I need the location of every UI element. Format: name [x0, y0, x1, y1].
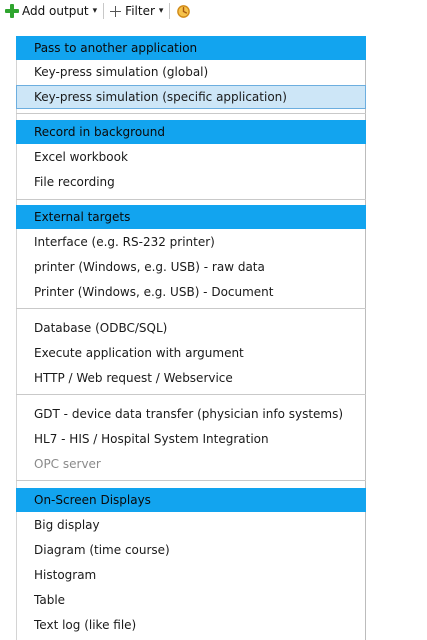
menu-item: OPC server — [34, 457, 101, 471]
menu-item[interactable]: HTTP / Web request / Webservice — [16, 366, 366, 390]
menu-group-header: Pass to another application — [16, 36, 366, 60]
menu-item[interactable]: Execute application with argument — [16, 341, 366, 365]
refresh-button[interactable] — [173, 1, 194, 21]
menu-separator — [16, 394, 366, 395]
filter-button[interactable]: Filter ▾ — [107, 1, 166, 21]
toolbar-separator — [169, 3, 171, 19]
plus-icon — [5, 4, 19, 18]
filter-icon — [110, 5, 122, 17]
menu-separator — [16, 480, 366, 481]
menu-group-header: On-Screen Displays — [16, 488, 366, 512]
menu-item[interactable]: GDT - device data transfer (physician in… — [16, 402, 366, 426]
menu-item[interactable]: Excel workbook — [16, 145, 366, 169]
menu-group-header: External targets — [16, 205, 366, 229]
refresh-icon — [177, 4, 191, 18]
chevron-down-icon: ▾ — [92, 6, 98, 16]
menu-item[interactable]: Interface (e.g. RS-232 printer) — [16, 230, 366, 254]
menu-item[interactable]: Text log (like file) — [16, 613, 366, 637]
chevron-down-icon: ▾ — [158, 6, 164, 16]
menu-item[interactable]: Key-press simulation (global) — [16, 60, 366, 84]
filter-label: Filter — [125, 4, 155, 18]
menu-separator — [16, 308, 366, 309]
menu-item[interactable]: Histogram — [16, 563, 366, 587]
menu-item[interactable]: Database (ODBC/SQL) — [16, 316, 366, 340]
add-output-label: Add output — [22, 4, 89, 18]
add-output-button[interactable]: Add output ▾ — [2, 1, 100, 21]
toolbar: Add output ▾ Filter ▾ — [0, 0, 427, 22]
menu-item[interactable]: Table — [16, 588, 366, 612]
menu-item[interactable]: File recording — [16, 170, 366, 194]
menu-item[interactable]: Diagram (time course) — [16, 538, 366, 562]
menu-item[interactable]: HL7 - HIS / Hospital System Integration — [16, 427, 366, 451]
menu-item[interactable]: Big display — [16, 513, 366, 537]
menu-item[interactable]: Printer (Windows, e.g. USB) - Document — [16, 280, 366, 304]
menu-separator — [16, 113, 366, 114]
menu-item[interactable]: printer (Windows, e.g. USB) - raw data — [16, 255, 366, 279]
menu-separator — [16, 199, 366, 200]
toolbar-separator — [103, 3, 105, 19]
menu-group-header: Record in background — [16, 120, 366, 144]
menu-item[interactable]: Key-press simulation (specific applicati… — [16, 85, 366, 109]
